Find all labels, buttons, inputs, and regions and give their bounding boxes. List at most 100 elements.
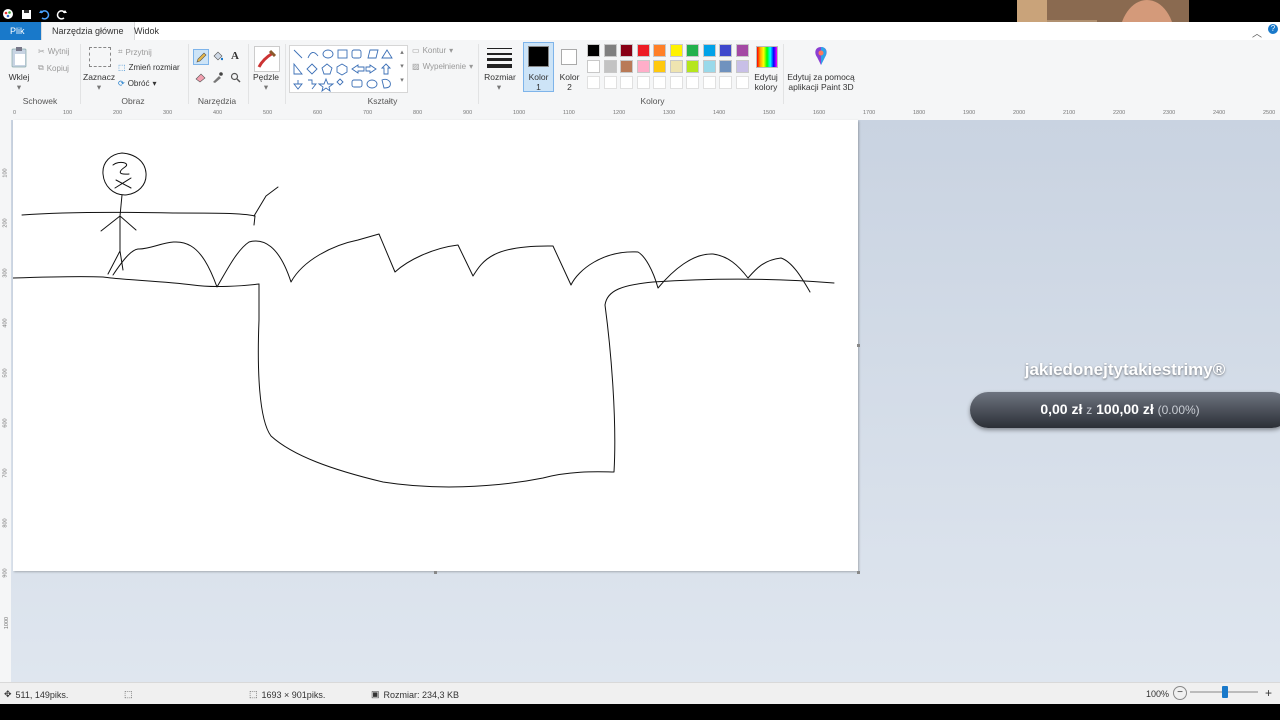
edit-colors-icon[interactable] bbox=[756, 46, 778, 68]
tab-home[interactable]: Narzędzia główne bbox=[41, 22, 135, 40]
palette-color[interactable] bbox=[653, 60, 666, 73]
brushes-icon[interactable] bbox=[254, 46, 280, 72]
color2-label[interactable]: Kolor bbox=[555, 72, 584, 82]
ruler-tick-label: 1500 bbox=[763, 110, 776, 116]
ruler-tick-label: 600 bbox=[313, 110, 323, 116]
brushes-button[interactable]: Pędzle bbox=[250, 72, 282, 82]
rotate-button[interactable]: ⟳ Obróć ▾ bbox=[118, 79, 157, 88]
palette-custom-slot[interactable] bbox=[686, 76, 699, 89]
ruler-tick-label: 1900 bbox=[963, 110, 976, 116]
palette-custom-slot[interactable] bbox=[735, 76, 749, 89]
select-dropdown-icon[interactable]: ▾ bbox=[94, 82, 104, 92]
palette-color[interactable] bbox=[702, 44, 716, 57]
palette-color[interactable] bbox=[669, 60, 683, 73]
select-icon[interactable] bbox=[89, 47, 111, 67]
canvas-resize-handle-right[interactable] bbox=[857, 344, 860, 347]
palette-color[interactable] bbox=[620, 44, 633, 57]
ruler-tick-label: 1100 bbox=[563, 110, 575, 116]
canvas-resize-handle-bottom[interactable] bbox=[434, 571, 437, 574]
paint3d-icon[interactable] bbox=[812, 46, 830, 66]
color2-swatch[interactable] bbox=[561, 49, 577, 65]
help-icon[interactable]: ? bbox=[1268, 24, 1278, 34]
ribbon-separator bbox=[285, 44, 286, 104]
quick-access-toolbar bbox=[0, 6, 68, 22]
select-button[interactable]: Zaznacz bbox=[83, 72, 115, 82]
paint-icon[interactable] bbox=[2, 8, 14, 20]
palette-color[interactable] bbox=[587, 60, 600, 73]
ruler-tick-label: 2300 bbox=[1163, 110, 1176, 116]
donation-channel-name: jakiedonejtytakiestrimy® bbox=[1024, 360, 1226, 379]
palette-custom-slot[interactable] bbox=[719, 76, 732, 89]
ruler-tick-label: 2200 bbox=[1113, 110, 1126, 116]
save-icon[interactable] bbox=[20, 8, 32, 20]
zoom-in-icon[interactable]: + bbox=[1265, 686, 1272, 700]
palette-custom-slot[interactable] bbox=[653, 76, 666, 89]
palette-custom-slot[interactable] bbox=[620, 76, 633, 89]
shapes-gallery[interactable] bbox=[289, 45, 408, 93]
selection-size: ⬚ bbox=[124, 689, 133, 700]
copy-button[interactable]: ⧉ Kopiuj bbox=[38, 63, 69, 73]
palette-custom-slot[interactable] bbox=[636, 76, 650, 89]
ruler-tick-label: 2500 bbox=[1263, 110, 1276, 116]
eraser-icon[interactable] bbox=[193, 70, 207, 84]
selection-icon: ⬚ bbox=[124, 689, 133, 699]
shapes-scroll[interactable]: ▴ ▾ ▾ bbox=[398, 46, 406, 90]
fill-button[interactable]: ▨ Wypełnienie ▾ bbox=[412, 62, 473, 71]
size-icon[interactable] bbox=[487, 46, 512, 68]
palette-color[interactable] bbox=[686, 60, 699, 73]
palette-color[interactable] bbox=[735, 44, 749, 57]
palette-color[interactable] bbox=[603, 60, 617, 73]
paste-button[interactable]: Wklej bbox=[4, 72, 34, 82]
resize-icon: ⬚ bbox=[118, 63, 126, 72]
palette-color[interactable] bbox=[719, 44, 732, 57]
palette-color[interactable] bbox=[587, 44, 600, 57]
ruler-tick-label: 1300 bbox=[663, 110, 676, 116]
ruler-tick-label: 1000 bbox=[4, 616, 11, 630]
magnifier-icon[interactable] bbox=[228, 70, 242, 84]
paint3d-button[interactable]: Edytuj za pomocą bbox=[786, 72, 856, 82]
palette-color[interactable] bbox=[620, 60, 633, 73]
zoom-out-icon[interactable]: − bbox=[1173, 686, 1187, 700]
brushes-dropdown-icon[interactable]: ▾ bbox=[261, 82, 271, 92]
ruler-tick-label: 700 bbox=[2, 468, 9, 478]
palette-custom-slot[interactable] bbox=[603, 76, 617, 89]
palette-custom-slot[interactable] bbox=[669, 76, 683, 89]
cut-button[interactable]: ✂ Wytnij bbox=[38, 47, 69, 56]
collapse-ribbon-icon[interactable]: ︿ bbox=[1252, 25, 1262, 40]
ruler-tick-label: 700 bbox=[363, 110, 373, 116]
palette-color[interactable] bbox=[735, 60, 749, 73]
paste-icon[interactable] bbox=[10, 46, 28, 68]
palette-color[interactable] bbox=[669, 44, 683, 57]
zoom-slider-thumb[interactable] bbox=[1222, 686, 1228, 698]
crop-button[interactable]: ⌗ Przytnij bbox=[118, 47, 152, 57]
drawing-canvas[interactable] bbox=[13, 120, 858, 571]
tab-file[interactable]: Plik bbox=[0, 22, 41, 40]
fill-bucket-icon[interactable] bbox=[210, 49, 224, 63]
palette-color[interactable] bbox=[653, 44, 666, 57]
edit-colors-button[interactable]: Edytuj bbox=[750, 72, 782, 82]
canvas-resize-handle-corner[interactable] bbox=[857, 571, 860, 574]
outline-button[interactable]: ▭ Kontur ▾ bbox=[412, 46, 453, 55]
palette-color[interactable] bbox=[603, 44, 617, 57]
resize-button[interactable]: ⬚ Zmień rozmiar bbox=[118, 63, 180, 72]
palette-color[interactable] bbox=[686, 44, 699, 57]
image-group-label: Obraz bbox=[121, 96, 145, 106]
size-button[interactable]: Rozmiar bbox=[482, 72, 518, 82]
palette-color[interactable] bbox=[719, 60, 732, 73]
text-icon[interactable]: A bbox=[228, 49, 242, 63]
palette-color[interactable] bbox=[702, 60, 716, 73]
undo-icon[interactable] bbox=[38, 8, 50, 20]
size-dropdown-icon[interactable]: ▾ bbox=[494, 82, 504, 92]
file-size: ▣ Rozmiar: 234,3 KB bbox=[371, 689, 460, 700]
palette-custom-slot[interactable] bbox=[587, 76, 600, 89]
pencil-icon[interactable] bbox=[193, 49, 209, 65]
redo-icon[interactable] bbox=[56, 8, 68, 20]
color-picker-icon[interactable] bbox=[210, 70, 224, 84]
ruler-tick-label: 2400 bbox=[1213, 110, 1226, 116]
tab-view[interactable]: Widok bbox=[124, 22, 169, 40]
palette-color[interactable] bbox=[636, 60, 650, 73]
image-size: ⬚ 1693 × 901piks. bbox=[249, 689, 326, 700]
paste-dropdown-icon[interactable]: ▾ bbox=[14, 82, 24, 92]
palette-color[interactable] bbox=[636, 44, 650, 57]
palette-custom-slot[interactable] bbox=[702, 76, 716, 89]
